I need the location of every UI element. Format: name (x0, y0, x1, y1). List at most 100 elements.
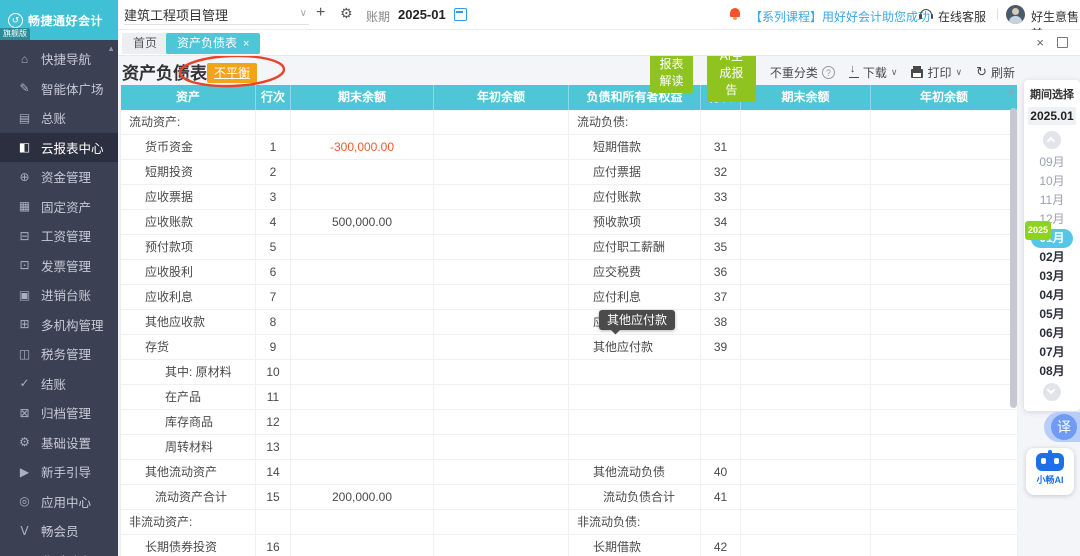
asset-ending-balance-cell[interactable]: 500,000.00 (291, 210, 434, 234)
month-item-04月[interactable]: 04月 (1024, 286, 1080, 305)
unbalanced-badge[interactable]: 不平衡 (207, 63, 258, 83)
sidebar-item-salary[interactable]: ⊟ 工资管理 (0, 221, 118, 251)
liability-ending-balance-cell (741, 185, 871, 209)
topbar-divider: | (996, 6, 1000, 20)
month-item-09月[interactable]: 09月 (1024, 153, 1080, 172)
tooltip: 其他应付款 (599, 310, 676, 330)
archive-icon: ⊠ (19, 405, 30, 420)
month-item-10月[interactable]: 10月 (1024, 172, 1080, 191)
liability-beginning-balance-cell (871, 460, 1018, 484)
sidebar-item-funds[interactable]: ⊕ 资金管理 (0, 162, 118, 192)
table-scrollbar[interactable] (1010, 108, 1017, 408)
tab-home[interactable]: 首页 (122, 33, 169, 54)
tab-balance-sheet[interactable]: 资产负债表 × (166, 33, 261, 54)
month-list: 09月 10月 11月 12月 01月 2025 02月 03月 04月 05月 06月 07月 08月 (1024, 153, 1080, 381)
sidebar-item-fusion[interactable]: ⊗业财融合 (0, 546, 118, 556)
account-selector[interactable]: 建筑工程项目管理 ∨ (124, 5, 309, 25)
asset-beginning-balance-cell (434, 510, 569, 534)
asset-beginning-balance-cell (434, 360, 569, 384)
translate-button[interactable]: 译 (1051, 414, 1077, 440)
sidebar-item-settings[interactable]: ⚙ 基础设置 (0, 428, 118, 458)
gear-icon[interactable]: ⚙ (340, 5, 353, 22)
month-item-01月[interactable]: 01月 2025 (1024, 221, 1080, 248)
add-account-button[interactable]: + (316, 4, 325, 22)
fixed-assets-icon: ▦ (18, 199, 31, 214)
liability-beginning-balance-cell (871, 385, 1018, 409)
asset-label-cell: 货币资金 (121, 135, 256, 159)
sidebar-item-general-ledger[interactable]: ▤ 总账 (0, 103, 118, 133)
liability-label-cell: 非流动负债: (569, 510, 701, 534)
chevron-down-icon: ∨ (955, 66, 963, 77)
month-item-03月[interactable]: 03月 (1024, 267, 1080, 286)
period-value[interactable]: 2025-01 (398, 7, 446, 22)
scroll-up-button[interactable] (1043, 131, 1061, 149)
close-all-tabs-icon[interactable]: × (1036, 35, 1044, 50)
online-service-link[interactable]: 在线客服 (938, 8, 986, 25)
liability-label-cell (569, 435, 701, 459)
collapse-panel-icon[interactable]: » (1008, 84, 1015, 98)
sidebar-item-label: 快捷导航 (41, 53, 92, 68)
asset-beginning-balance-cell (434, 335, 569, 359)
asset-line-no-cell: 6 (256, 260, 291, 284)
sidebar-item-label: 云报表中心 (41, 141, 104, 156)
month-item-11月[interactable]: 11月 (1024, 191, 1080, 210)
table-row: 库存商品 12 (121, 410, 1018, 435)
agent-plaza-icon: ✎ (19, 81, 30, 96)
sidebar-item-invoice[interactable]: ⊡ 发票管理 (0, 251, 118, 281)
calendar-icon[interactable] (454, 8, 467, 21)
sidebar-item-cloud-report[interactable]: ◧ 云报表中心 (0, 132, 118, 162)
liability-label-cell: 其他流动负债 (569, 460, 701, 484)
current-period[interactable]: 2025.01 (1028, 107, 1076, 125)
asset-line-no-cell: 2 (256, 160, 291, 184)
asset-line-no-cell: 16 (256, 535, 291, 556)
brand-logo[interactable]: ↺ 畅捷通好会计 旗舰版 (0, 0, 118, 40)
sidebar-item-guide[interactable]: ▶ 新手引导 (0, 457, 118, 487)
asset-beginning-balance-cell (434, 485, 569, 509)
month-item-07月[interactable]: 07月 (1024, 343, 1080, 362)
sidebar-item-member[interactable]: Ⅴ 畅会员 (0, 516, 118, 546)
table-row: 应收票据 3 应付账款 33 (121, 185, 1018, 210)
sidebar-item-label: 进销台账 (41, 289, 92, 304)
liability-beginning-balance-cell (871, 235, 1018, 259)
table-row: 非流动资产: 非流动负债: (121, 510, 1018, 535)
period-panel-title: 期间选择 (1030, 89, 1074, 101)
liability-line-no-cell: 40 (701, 460, 741, 484)
fullscreen-icon[interactable] (1057, 37, 1068, 48)
sidebar-item-inventory-ledger[interactable]: ▣ 进销台账 (0, 280, 118, 310)
month-item-05月[interactable]: 05月 (1024, 305, 1080, 324)
account-name: 建筑工程项目管理 (124, 8, 229, 23)
active-month-pill[interactable]: 01月 2025 (1025, 221, 1073, 248)
sidebar-item-home[interactable]: ⌂ 快捷导航 (0, 44, 118, 74)
liability-beginning-balance-cell (871, 435, 1018, 459)
user-avatar[interactable] (1006, 5, 1025, 24)
download-button[interactable]: 下载∨ (848, 63, 897, 81)
liability-line-no-cell: 41 (701, 485, 741, 509)
asset-label-cell: 应收票据 (121, 185, 256, 209)
sidebar-item-agent-plaza[interactable]: ✎ 智能体广场 (0, 74, 118, 104)
sidebar-item-archive[interactable]: ⊠ 归档管理 (0, 398, 118, 428)
asset-label-cell: 长期债券投资 (121, 535, 256, 556)
sidebar-item-closing[interactable]: ✓ 结账 (0, 369, 118, 399)
refresh-button[interactable]: ↻ 刷新 (976, 64, 1015, 81)
sidebar-item-tax[interactable]: ◫ 税务管理 (0, 339, 118, 369)
ai-assistant-button[interactable]: 小畅AI (1026, 448, 1074, 495)
scroll-down-button[interactable] (1043, 383, 1061, 401)
sidebar-item-multi-org[interactable]: ⊞ 多机构管理 (0, 310, 118, 340)
month-item-08月[interactable]: 08月 (1024, 362, 1080, 381)
liability-ending-balance-cell (741, 310, 871, 334)
asset-ending-balance-cell (291, 335, 434, 359)
month-item-06月[interactable]: 06月 (1024, 324, 1080, 343)
liability-line-no-cell (701, 410, 741, 434)
liability-beginning-balance-cell (871, 160, 1018, 184)
bell-icon[interactable] (730, 8, 740, 20)
no-reclass-toggle[interactable]: 不重分类? (770, 64, 835, 81)
print-button[interactable]: 打印 ∨ (911, 64, 962, 81)
asset-ending-balance-cell[interactable]: 200,000.00 (291, 485, 434, 509)
tab-close-icon[interactable]: × (243, 38, 249, 50)
asset-ending-balance-cell[interactable]: -300,000.00 (291, 135, 434, 159)
sidebar-item-app-center[interactable]: ◎ 应用中心 (0, 487, 118, 517)
month-item-02月[interactable]: 02月 (1024, 248, 1080, 267)
course-notice-link[interactable]: 【系列课程】用好好会计助您成功 (750, 8, 930, 25)
report-interpret-button[interactable]: 报表解读 (650, 51, 693, 93)
sidebar-item-fixed-assets[interactable]: ▦ 固定资产 (0, 192, 118, 222)
